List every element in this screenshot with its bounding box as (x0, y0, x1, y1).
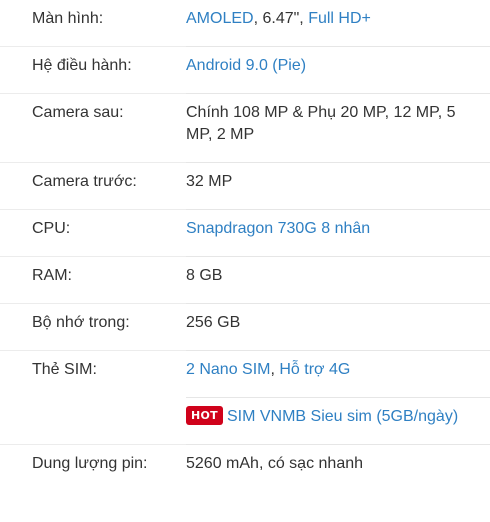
spec-row-front-camera: Camera trước: 32 MP (0, 162, 490, 210)
sim-promo-link[interactable]: SIM VNMB Sieu sim (5GB/ngày) (227, 408, 458, 425)
spec-value: Chính 108 MP & Phụ 20 MP, 12 MP, 5 MP, 2… (186, 93, 490, 163)
spec-table: Màn hình: AMOLED, 6.47", Full HD+ Hệ điề… (0, 0, 490, 491)
spec-row-sim: Thẻ SIM: 2 Nano SIM, Hỗ trợ 4G (0, 350, 490, 398)
screen-type-link[interactable]: AMOLED (186, 10, 254, 27)
spec-label: RAM: (0, 256, 186, 304)
spec-value: 256 GB (186, 303, 490, 351)
spec-value: HOT SIM VNMB Sieu sim (5GB/ngày) (186, 397, 490, 445)
spec-label: Camera sau: (0, 93, 186, 163)
spec-label: Hệ điều hành: (0, 46, 186, 94)
spec-row-rear-camera: Camera sau: Chính 108 MP & Phụ 20 MP, 12… (0, 93, 490, 163)
spec-label: Màn hình: (32, 10, 104, 27)
spec-value: 2 Nano SIM, Hỗ trợ 4G (186, 350, 490, 398)
spec-label: Thẻ SIM: (0, 350, 186, 398)
spec-value: AMOLED, 6.47", Full HD+ (186, 0, 490, 47)
screen-resolution-link[interactable]: Full HD+ (308, 10, 371, 27)
spec-row-storage: Bộ nhớ trong: 256 GB (0, 303, 490, 351)
spec-label: Bộ nhớ trong: (0, 303, 186, 351)
spec-label: Camera trước: (0, 162, 186, 210)
spec-value: Snapdragon 730G 8 nhân (186, 209, 490, 257)
spec-label: CPU: (0, 209, 186, 257)
sim-4g-link[interactable]: Hỗ trợ 4G (279, 361, 350, 378)
spec-row-battery: Dung lượng pin: 5260 mAh, có sạc nhanh (0, 444, 490, 491)
spec-value: 32 MP (186, 162, 490, 210)
spec-row-screen: Màn hình: AMOLED, 6.47", Full HD+ (0, 0, 490, 47)
spec-label: Dung lượng pin: (0, 444, 186, 491)
screen-size-text: , 6.47", (253, 10, 309, 27)
spec-value: Android 9.0 (Pie) (186, 46, 490, 94)
spec-row-cpu: CPU: Snapdragon 730G 8 nhân (0, 209, 490, 257)
spec-row-os: Hệ điều hành: Android 9.0 (Pie) (0, 46, 490, 94)
spec-row-ram: RAM: 8 GB (0, 256, 490, 304)
cpu-link[interactable]: Snapdragon 730G 8 nhân (186, 220, 370, 237)
spec-value: 8 GB (186, 256, 490, 304)
hot-badge: HOT (186, 406, 223, 425)
sim-type-link[interactable]: 2 Nano SIM (186, 361, 270, 378)
spec-label-empty (0, 398, 186, 445)
os-link[interactable]: Android 9.0 (Pie) (186, 57, 306, 74)
spec-value: 5260 mAh, có sạc nhanh (186, 444, 490, 491)
spec-row-sim-promo: HOT SIM VNMB Sieu sim (5GB/ngày) (0, 397, 490, 445)
